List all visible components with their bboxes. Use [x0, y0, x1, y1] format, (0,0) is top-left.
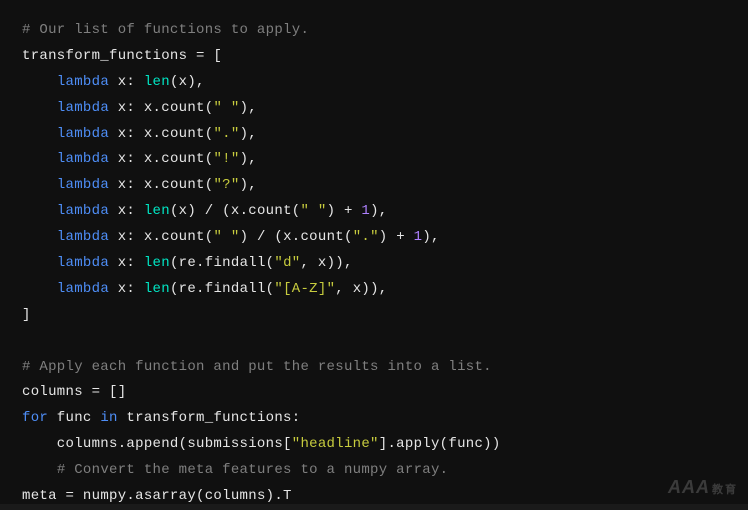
code-line: lambda x: len(re.findall("d", x)),	[22, 251, 726, 277]
code-token: 1	[361, 203, 370, 219]
code-token: columns.append(submissions[	[22, 436, 292, 452]
code-token: in	[100, 410, 117, 426]
code-line: lambda x: x.count("."),	[22, 122, 726, 148]
code-token: lambda	[57, 281, 109, 297]
code-token	[22, 203, 57, 219]
code-token: ),	[370, 203, 387, 219]
code-token	[22, 126, 57, 142]
code-line: columns.append(submissions["headline"].a…	[22, 432, 726, 458]
code-token: ),	[240, 151, 257, 167]
code-token: len	[144, 281, 170, 297]
code-token: "."	[353, 229, 379, 245]
code-line: # Apply each function and put the result…	[22, 355, 726, 381]
code-token: x:	[109, 203, 144, 219]
code-token: lambda	[57, 255, 109, 271]
code-token: len	[144, 255, 170, 271]
code-token: = numpy.asarray(columns).T	[57, 488, 292, 504]
code-token: "!"	[213, 151, 239, 167]
code-token: " "	[213, 100, 239, 116]
code-line: transform_functions = [	[22, 44, 726, 70]
code-token: x:	[109, 255, 144, 271]
code-token: x:	[109, 281, 144, 297]
code-token: ) / (x.count(	[240, 229, 353, 245]
code-token: ),	[240, 100, 257, 116]
code-token: ),	[240, 177, 257, 193]
code-token: 1	[414, 229, 423, 245]
code-line: lambda x: len(re.findall("[A-Z]", x)),	[22, 277, 726, 303]
code-token: lambda	[57, 126, 109, 142]
code-token: ) +	[327, 203, 362, 219]
code-token: lambda	[57, 177, 109, 193]
code-token: meta	[22, 488, 57, 504]
code-token: ),	[240, 126, 257, 142]
code-line: for func in transform_functions:	[22, 406, 726, 432]
code-token: # Apply each function and put the result…	[22, 359, 492, 375]
code-token: len	[144, 203, 170, 219]
code-line: lambda x: len(x),	[22, 70, 726, 96]
code-token: func	[48, 410, 100, 426]
code-token: , x)),	[300, 255, 352, 271]
code-token	[22, 255, 57, 271]
code-block: # Our list of functions to apply. transfo…	[0, 0, 748, 504]
code-token: # Convert the meta features to a numpy a…	[57, 462, 449, 478]
code-token: lambda	[57, 100, 109, 116]
code-token: columns	[22, 384, 83, 400]
code-token	[22, 462, 57, 478]
code-token: , x)),	[335, 281, 387, 297]
code-token: ),	[422, 229, 439, 245]
code-token: lambda	[57, 203, 109, 219]
code-line	[22, 329, 726, 355]
code-token: ]	[22, 307, 31, 323]
code-token: "headline"	[292, 436, 379, 452]
code-line: lambda x: x.count(" ") / (x.count(".") +…	[22, 225, 726, 251]
code-token: x:	[109, 74, 144, 90]
code-line: ]	[22, 303, 726, 329]
code-token	[22, 281, 57, 297]
code-token: x: x.count(	[109, 151, 213, 167]
code-token: x: x.count(	[109, 177, 213, 193]
code-token: " "	[213, 229, 239, 245]
code-token: x: x.count(	[109, 100, 213, 116]
code-token	[22, 74, 57, 90]
code-token: "[A-Z]"	[274, 281, 335, 297]
code-token: (re.findall(	[170, 281, 274, 297]
code-token: transform_functions:	[118, 410, 301, 426]
code-token: ].apply(func))	[379, 436, 501, 452]
code-token	[22, 100, 57, 116]
code-token: for	[22, 410, 48, 426]
code-line: lambda x: x.count("?"),	[22, 173, 726, 199]
code-token	[22, 151, 57, 167]
code-token: # Our list of functions to apply.	[22, 22, 309, 38]
code-token: "d"	[274, 255, 300, 271]
code-token: len	[144, 74, 170, 90]
code-line: # Our list of functions to apply.	[22, 18, 726, 44]
code-token: lambda	[57, 151, 109, 167]
code-token: ) +	[379, 229, 414, 245]
code-line: lambda x: x.count(" "),	[22, 96, 726, 122]
code-token: (x) / (x.count(	[170, 203, 301, 219]
code-line: lambda x: x.count("!"),	[22, 147, 726, 173]
code-line: # Convert the meta features to a numpy a…	[22, 458, 726, 484]
code-token: " "	[300, 203, 326, 219]
code-token	[22, 177, 57, 193]
code-line: columns = []	[22, 380, 726, 406]
code-token: transform_functions	[22, 48, 187, 64]
code-line: lambda x: len(x) / (x.count(" ") + 1),	[22, 199, 726, 225]
code-token: "."	[213, 126, 239, 142]
code-token: x: x.count(	[109, 229, 213, 245]
code-token	[22, 229, 57, 245]
code-token: = []	[83, 384, 127, 400]
code-token: "?"	[213, 177, 239, 193]
code-token: (re.findall(	[170, 255, 274, 271]
code-line: meta = numpy.asarray(columns).T	[22, 484, 726, 510]
code-token: = [	[187, 48, 222, 64]
code-token: x: x.count(	[109, 126, 213, 142]
code-token: lambda	[57, 74, 109, 90]
code-token: (x),	[170, 74, 205, 90]
code-token: lambda	[57, 229, 109, 245]
